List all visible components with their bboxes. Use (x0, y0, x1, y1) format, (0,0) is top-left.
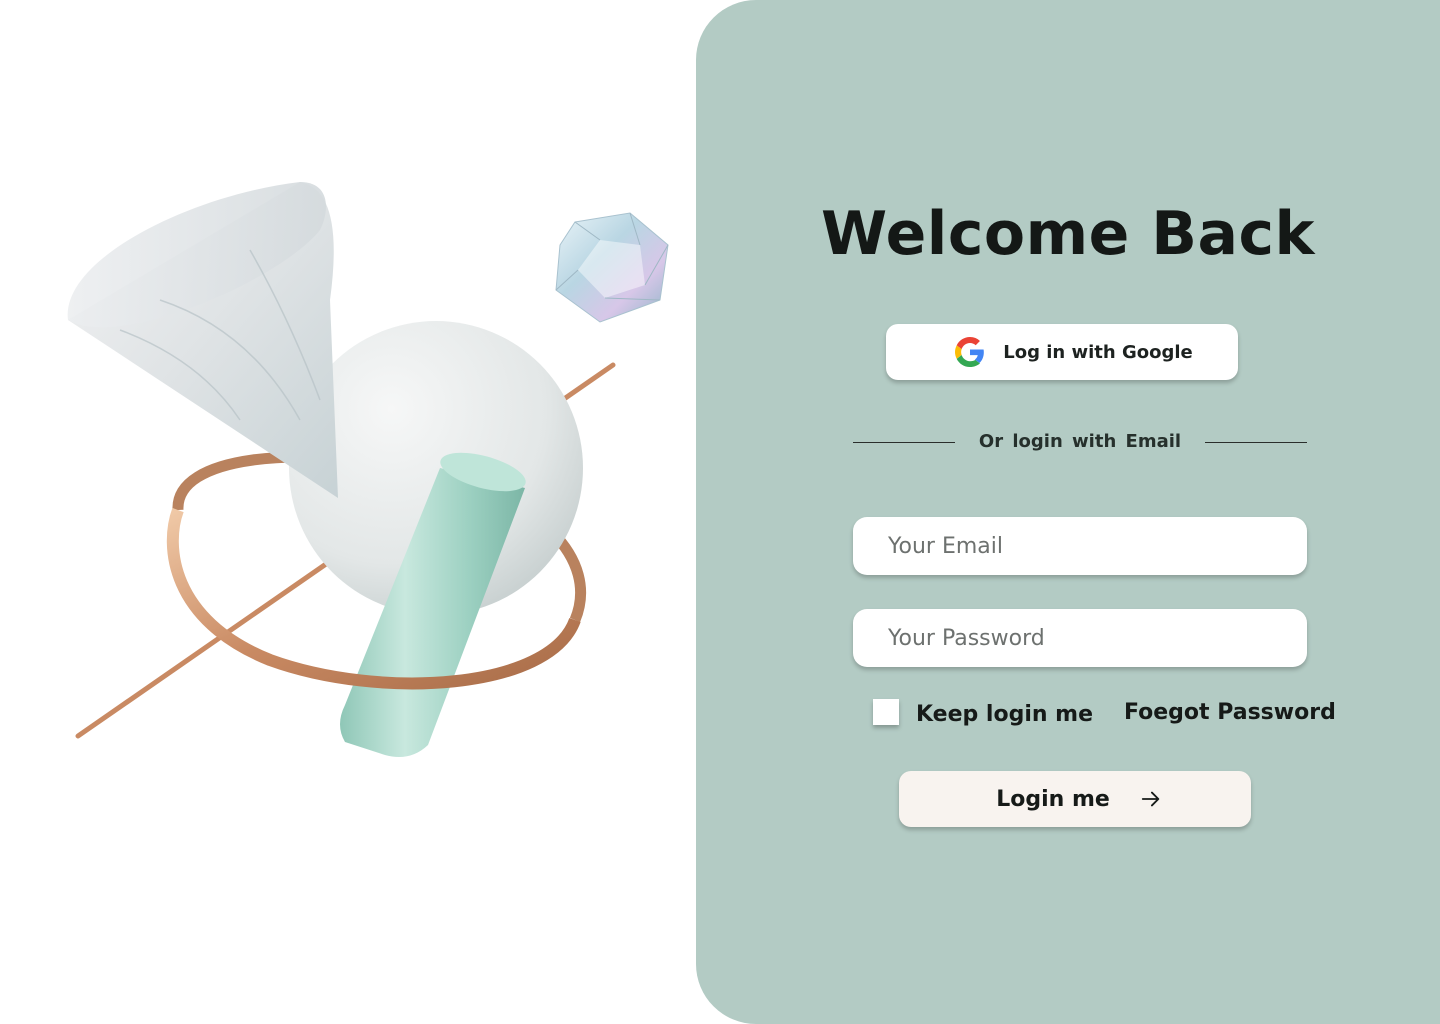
divider-line-right (1205, 442, 1307, 443)
arrow-right-icon (1141, 791, 1160, 807)
marble-cone (67, 182, 338, 498)
page-title: Welcome Back (821, 199, 1315, 269)
forgot-password-link[interactable]: Foegot Password (1124, 698, 1336, 728)
login-page: Welcome Back Log in with Google Or login… (0, 0, 1440, 1024)
password-field[interactable] (853, 609, 1307, 667)
abstract-shapes-illustration (67, 182, 669, 758)
or-divider: Or login with Email (853, 428, 1307, 456)
crystal-gem (555, 212, 669, 323)
google-icon (955, 337, 985, 367)
login-button[interactable]: Login me (899, 771, 1251, 827)
google-login-label: Log in with Google (1003, 341, 1193, 363)
divider-line-left (853, 442, 955, 443)
google-login-button[interactable]: Log in with Google (886, 324, 1238, 380)
login-button-label: Login me (996, 786, 1110, 812)
login-panel: Welcome Back Log in with Google Or login… (696, 0, 1440, 1024)
keep-login-label[interactable]: Keep login me (916, 700, 1093, 730)
divider-text: Or login with Email (978, 431, 1182, 452)
hero-illustration (0, 0, 696, 1024)
email-field[interactable] (853, 517, 1307, 575)
keep-login-checkbox[interactable] (873, 699, 899, 725)
